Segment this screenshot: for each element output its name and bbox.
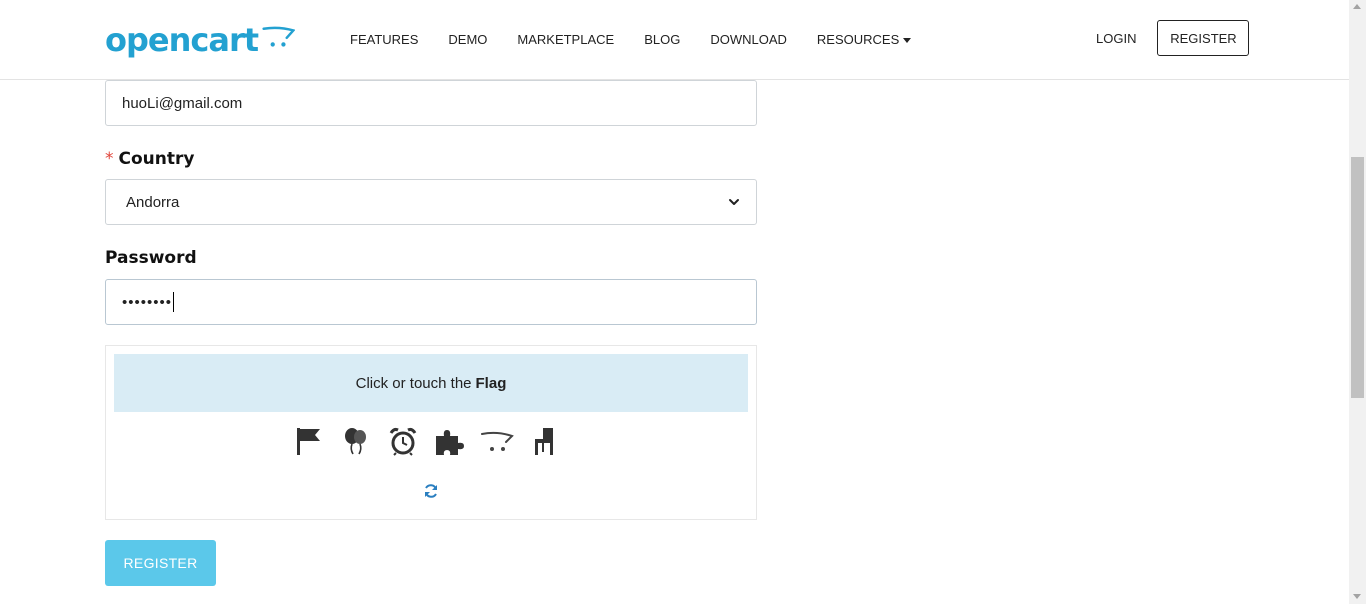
nav-blog[interactable]: BLOG — [629, 32, 695, 47]
captcha-target: Flag — [475, 374, 507, 392]
page: opencart FEATURES DEMO MARKETPLACE BLOG … — [0, 0, 1366, 604]
email-input[interactable]: huoLi@gmail.com — [105, 80, 757, 126]
password-masked-value: •••••••• — [122, 293, 173, 311]
opencart-logo[interactable]: opencart — [105, 20, 295, 60]
chevron-down-icon — [729, 199, 739, 205]
account-links: LOGIN REGISTER — [1082, 20, 1250, 56]
nav-marketplace[interactable]: MARKETPLACE — [502, 32, 629, 47]
flag-icon[interactable] — [292, 424, 326, 458]
nav-resources-label: RESOURCES — [816, 31, 900, 47]
email-value: huoLi@gmail.com — [122, 94, 243, 112]
alarm-clock-icon[interactable] — [386, 424, 420, 458]
login-link[interactable]: LOGIN — [1082, 31, 1150, 46]
country-selected-value: Andorra — [126, 193, 180, 211]
vertical-scrollbar[interactable] — [1349, 0, 1366, 604]
puzzle-piece-icon[interactable] — [433, 424, 467, 458]
main-nav: FEATURES DEMO MARKETPLACE BLOG DOWNLOAD … — [335, 0, 926, 78]
nav-resources[interactable]: RESOURCES — [802, 32, 926, 47]
logo-cart-icon — [262, 26, 295, 47]
password-input[interactable]: •••••••• — [105, 279, 757, 325]
required-mark: * — [105, 149, 114, 169]
caret-down-icon — [903, 37, 912, 43]
icon-captcha: Click or touch the Flag — [105, 345, 757, 520]
captcha-icons — [292, 424, 574, 458]
captcha-prompt: Click or touch the Flag — [114, 354, 748, 412]
refresh-icon[interactable] — [423, 483, 439, 499]
nav-features[interactable]: FEATURES — [335, 32, 433, 47]
shopping-cart-icon[interactable] — [480, 424, 514, 458]
chair-icon[interactable] — [527, 424, 561, 458]
header-register-button[interactable]: REGISTER — [1157, 20, 1250, 56]
password-label: Password — [105, 248, 197, 268]
text-cursor — [173, 292, 175, 312]
scroll-thumb[interactable] — [1351, 157, 1364, 398]
nav-demo[interactable]: DEMO — [433, 32, 502, 47]
logo-text: opencart — [105, 21, 259, 59]
register-submit-button[interactable]: REGISTER — [105, 540, 216, 586]
nav-download[interactable]: DOWNLOAD — [695, 32, 802, 47]
captcha-prompt-text: Click or touch the — [355, 374, 472, 392]
scroll-up-arrow-icon[interactable] — [1353, 4, 1361, 9]
country-label-text: Country — [118, 149, 195, 169]
country-select[interactable]: Andorra — [105, 179, 757, 225]
top-header: opencart FEATURES DEMO MARKETPLACE BLOG … — [0, 0, 1349, 80]
country-label: * Country — [105, 149, 194, 169]
balloons-icon[interactable] — [339, 424, 373, 458]
scroll-down-arrow-icon[interactable] — [1353, 594, 1361, 599]
